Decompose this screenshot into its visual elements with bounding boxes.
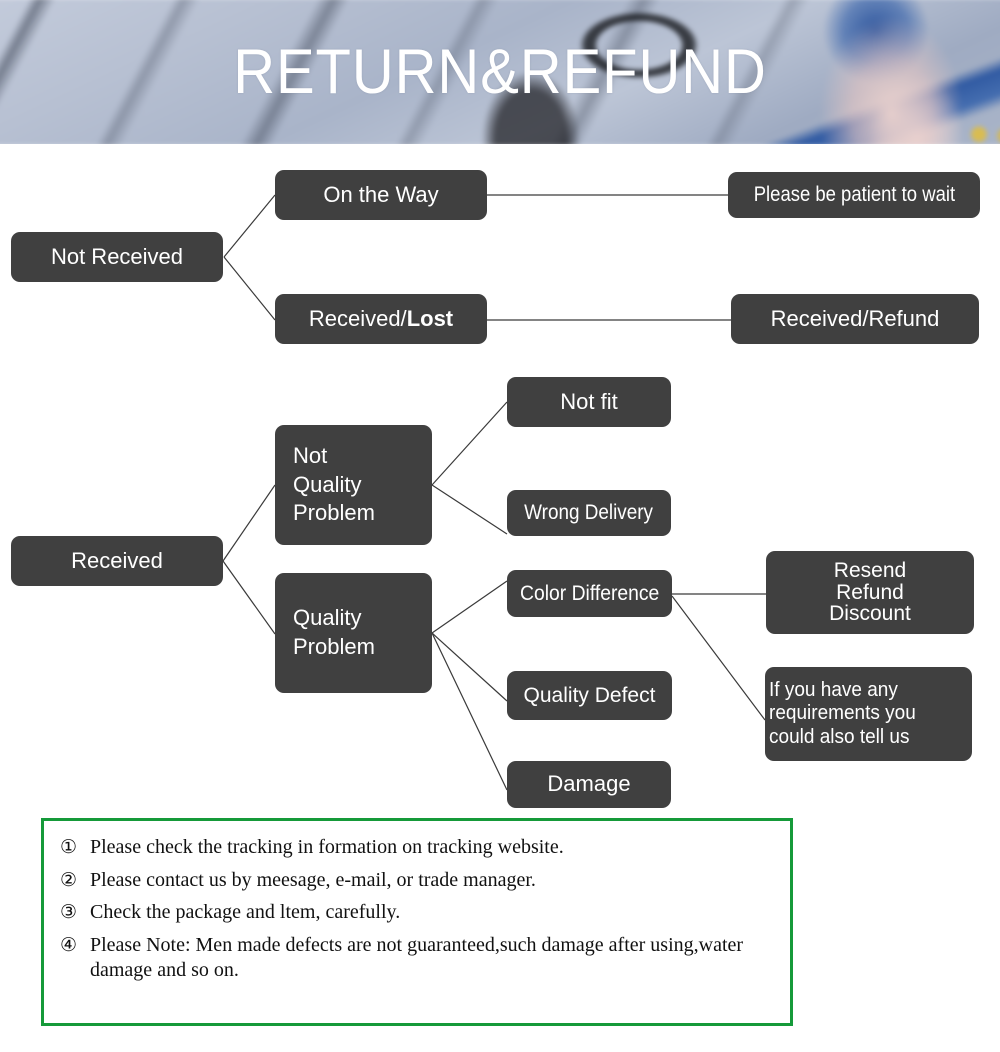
node-wrong-delivery-label: Wrong Delivery	[524, 501, 654, 525]
edge-not-received-on-the-way	[223, 194, 276, 258]
node-color-difference-label: Color Difference	[519, 581, 660, 605]
node-please-be-patient[interactable]: Please be patient to wait	[728, 172, 980, 218]
node-not-received-label: Not Received	[50, 243, 184, 269]
node-not-quality-problem[interactable]: Not Quality Problem	[275, 425, 432, 545]
note-text-1: Please check the tracking in formation o…	[90, 836, 564, 858]
edge-not-quality-problem-wrong-delivery	[431, 484, 508, 535]
node-quality-defect[interactable]: Quality Defect	[507, 671, 672, 720]
note-item-3: ③ Check the package and ltem, carefully.	[60, 900, 780, 926]
node-resend-refund-discount[interactable]: Resend Refund Discount	[766, 551, 974, 634]
node-tell-us-label: If you have any requirements you could a…	[769, 679, 916, 748]
node-received-lost-label-bold: Lost	[406, 305, 454, 331]
node-damage[interactable]: Damage	[507, 761, 671, 808]
edge-received-quality-problem	[222, 560, 276, 635]
edge-quality-problem-quality-defect	[431, 632, 508, 702]
node-tell-us[interactable]: If you have any requirements you could a…	[765, 667, 972, 761]
page-title: RETURN&REFUND	[233, 37, 767, 107]
node-received-lost[interactable]: Received/Lost	[275, 294, 487, 344]
flowchart: Not Received On the Way Received/Lost Pl…	[0, 144, 1000, 816]
node-received-refund-label: Received/Refund	[770, 305, 940, 331]
node-not-fit[interactable]: Not fit	[507, 377, 671, 427]
return-refund-infographic: RETURN&REFUND Not Received On the Way Re…	[0, 0, 1000, 1052]
note-item-2: ② Please contact us by meesage, e-mail, …	[60, 868, 780, 894]
node-quality-problem[interactable]: Quality Problem	[275, 573, 432, 693]
notes-box: ① Please check the tracking in formation…	[41, 818, 793, 1026]
note-text-4: Please Note: Men made defects are not gu…	[90, 933, 744, 982]
edge-received-not-quality-problem	[222, 484, 276, 562]
node-resend-refund-discount-label: Resend Refund Discount	[829, 559, 911, 626]
note-number-4: ④	[60, 933, 78, 956]
edge-not-received-received-lost	[223, 256, 276, 321]
node-received-label: Received	[71, 547, 163, 573]
edge-quality-problem-damage	[431, 632, 508, 791]
node-damage-label: Damage	[547, 771, 631, 797]
node-not-quality-problem-label: Not Quality Problem	[293, 443, 375, 526]
node-received-refund[interactable]: Received/Refund	[731, 294, 979, 344]
note-text-3: Check the package and ltem, carefully.	[90, 901, 401, 924]
node-received-lost-label: Received/	[308, 305, 407, 331]
note-item-1: ① Please check the tracking in formation…	[60, 835, 780, 861]
node-on-the-way-label: On the Way	[323, 181, 439, 207]
edge-quality-problem-color-difference	[431, 580, 508, 634]
node-please-be-patient-label: Please be patient to wait	[753, 183, 955, 207]
node-quality-problem-label: Quality Problem	[293, 605, 375, 659]
node-not-received[interactable]: Not Received	[11, 232, 223, 282]
edge-color-difference-tell-us	[671, 595, 766, 721]
note-number-3: ③	[60, 901, 78, 924]
banner: RETURN&REFUND	[0, 0, 1000, 144]
node-color-difference[interactable]: Color Difference	[507, 570, 672, 617]
node-wrong-delivery[interactable]: Wrong Delivery	[507, 490, 671, 536]
node-received[interactable]: Received	[11, 536, 223, 586]
note-number-2: ②	[60, 868, 78, 891]
node-not-fit-label: Not fit	[560, 388, 618, 414]
note-item-4: ④ Please Note: Men made defects are not …	[60, 933, 780, 984]
note-number-1: ①	[60, 836, 78, 858]
node-on-the-way[interactable]: On the Way	[275, 170, 487, 220]
note-text-2: Please contact us by meesage, e-mail, or…	[90, 868, 536, 891]
node-quality-defect-label: Quality Defect	[523, 683, 656, 707]
edge-not-quality-problem-not-fit	[431, 401, 508, 486]
